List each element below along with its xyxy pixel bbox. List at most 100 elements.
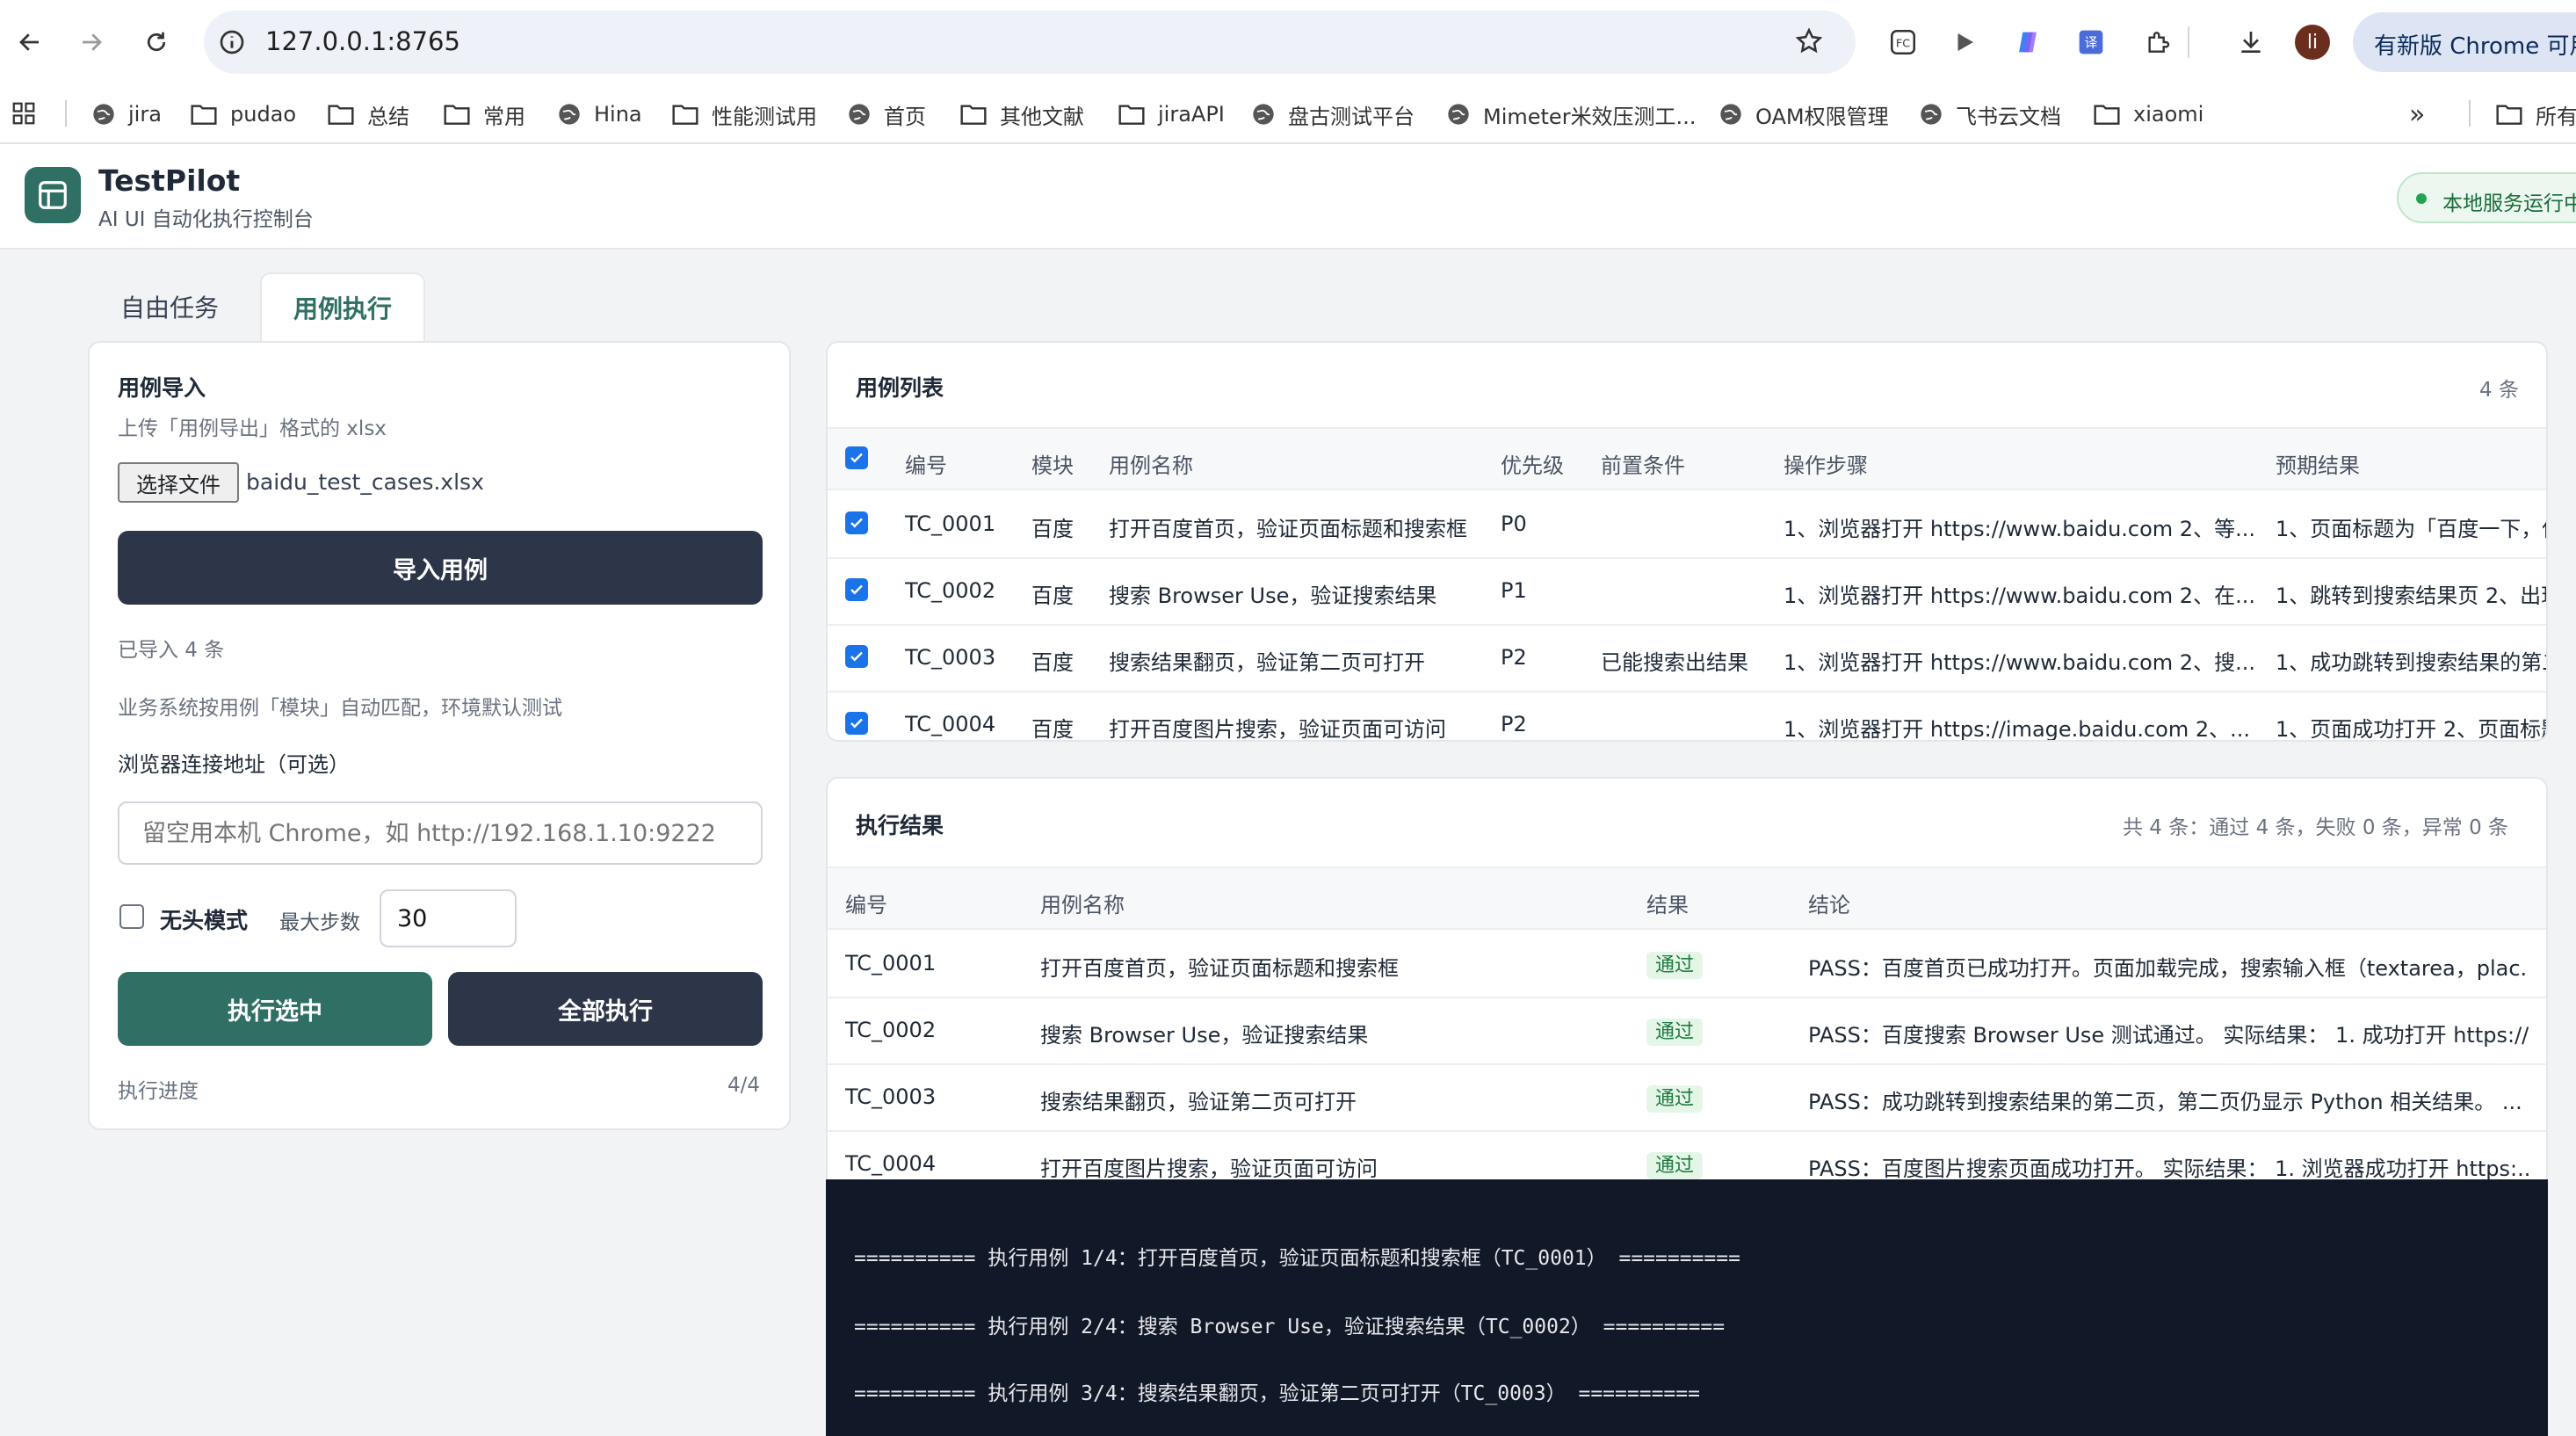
profile-avatar[interactable]: li (2295, 25, 2330, 60)
copilot-extension-icon[interactable] (2008, 23, 2047, 62)
result-status-badge: 通过 (1646, 1150, 1704, 1179)
toolbar-divider (2188, 26, 2189, 58)
case-id: TC_0001 (905, 511, 996, 536)
table-row[interactable]: TC_0002 搜索 Browser Use，验证搜索结果 通过 PASS：百度搜索 … (828, 998, 2546, 1065)
download-icon[interactable] (2232, 23, 2270, 62)
result-case-id: TC_0004 (845, 1151, 937, 1176)
bookmark-item[interactable]: jira (91, 97, 162, 132)
case-precondition: 已能搜索出结果 (1601, 650, 1748, 675)
result-conclusion: PASS：百度搜索 Browser Use 测试通过。 实际结果： 1. 成功打… (1808, 1023, 2529, 1048)
case-steps: 1、浏览器打开 https://www.baidu.com 2、搜... (1784, 650, 2255, 675)
all-bookmarks-folder[interactable]: 所有书签 (2495, 97, 2576, 132)
column-header-name: 用例名称 (1109, 453, 1193, 478)
bookmark-item[interactable]: jiraAPI (1118, 97, 1225, 132)
column-header-expected: 预期结果 (2276, 453, 2360, 478)
max-steps-input[interactable] (380, 889, 517, 947)
execution-log-console: ========== 执行用例 1/4：打开百度首页，验证页面标题和搜索框（TC… (826, 1179, 2548, 1436)
run-selected-button[interactable]: 执行选中 (118, 972, 432, 1046)
case-priority: P0 (1501, 511, 1527, 536)
bookmark-item[interactable]: OAM权限管理 (1719, 97, 1889, 132)
bookmark-item[interactable]: 性能测试用 (671, 97, 817, 132)
bookmark-item[interactable]: 总结 (327, 97, 409, 132)
column-header-conclusion: 结论 (1808, 893, 1850, 917)
result-status-badge: 通过 (1646, 1016, 1704, 1046)
folder-icon (443, 102, 471, 127)
bookmark-item[interactable]: 首页 (847, 97, 926, 132)
globe-icon (1446, 102, 1471, 127)
chrome-update-button[interactable]: 有新版 Chrome 可用 (2353, 12, 2576, 72)
imported-count: 已导入 4 条 (118, 639, 225, 662)
case-module: 百度 (1031, 650, 1074, 675)
table-row[interactable]: TC_0001 打开百度首页，验证页面标题和搜索框 通过 PASS：百度首页已成功打开… (828, 932, 2546, 998)
apps-grid-icon[interactable] (11, 100, 37, 127)
table-row[interactable]: TC_0003 百度 搜索结果翻页，验证第二页可打开 P2 已能搜索出结果 1、浏览器打开… (828, 626, 2546, 693)
results-title: 执行结果 (856, 813, 944, 838)
result-status-badge: 通过 (1646, 949, 1704, 979)
results-summary: 共 4 条：通过 4 条，失败 0 条，异常 0 条 (2123, 816, 2509, 839)
table-row[interactable]: TC_0002 百度 搜索 Browser Use，验证搜索结果 P1 1、浏览器打开 … (828, 559, 2546, 626)
run-all-button[interactable]: 全部执行 (448, 972, 763, 1046)
folder-icon (2093, 102, 2121, 127)
bookmarks-divider (2469, 100, 2471, 127)
results-table-header: 编号 用例名称 结果 结论 (828, 867, 2546, 930)
bookmarks-overflow-button[interactable]: » (2409, 97, 2425, 132)
bookmark-item[interactable]: xiaomi (2093, 97, 2203, 132)
log-line: ========== 执行用例 3/4：搜索结果翻页，验证第二页可打开（TC_0… (854, 1382, 1700, 1405)
play-extension-icon[interactable] (1945, 23, 1984, 62)
bookmark-star-icon[interactable] (1794, 26, 1824, 56)
case-name: 打开百度首页，验证页面标题和搜索框 (1109, 517, 1467, 541)
reload-icon[interactable] (137, 23, 176, 62)
bookmark-item[interactable]: pudao (190, 97, 296, 132)
folder-icon (1118, 102, 1146, 127)
extensions-puzzle-icon[interactable] (2138, 23, 2177, 62)
table-row[interactable]: TC_0003 搜索结果翻页，验证第二页可打开 通过 PASS：成功跳转到搜索结果的第… (828, 1065, 2546, 1132)
bookmark-item[interactable]: 常用 (443, 97, 525, 132)
folder-icon (671, 102, 699, 127)
case-list-panel: 用例列表 4 条 编号 模块 用例名称 优先级 前置条件 操作步骤 预期结果 T… (826, 341, 2548, 742)
bookmark-item[interactable]: 其他文献 (959, 97, 1084, 132)
case-expected: 1、页面成功打开 2、页面标题包含 (2276, 717, 2546, 742)
case-steps: 1、浏览器打开 https://www.baidu.com 2、在... (1784, 584, 2255, 608)
bookmark-item[interactable]: 飞书云文档 (1919, 97, 2061, 132)
case-count: 4 条 (2479, 379, 2519, 402)
log-line: ========== 执行用例 2/4：搜索 Browser Use，验证搜索结… (854, 1316, 1726, 1338)
address-bar[interactable]: 127.0.0.1:8765 (204, 11, 1856, 74)
choose-file-button[interactable]: 选择文件 (118, 462, 239, 503)
import-cases-button[interactable]: 导入用例 (118, 531, 763, 605)
url-text[interactable]: 127.0.0.1:8765 (265, 26, 460, 56)
browser-url-input[interactable] (118, 801, 763, 865)
row-checkbox[interactable] (845, 712, 868, 735)
result-case-id: TC_0002 (845, 1018, 937, 1042)
headless-checkbox[interactable] (119, 904, 144, 929)
bookmark-item[interactable]: 盘古测试平台 (1251, 97, 1415, 132)
case-module: 百度 (1031, 584, 1074, 608)
tab-case-execution[interactable]: 用例执行 (260, 272, 425, 341)
select-all-checkbox[interactable] (845, 446, 868, 469)
row-checkbox[interactable] (845, 511, 868, 534)
svg-text:FC: FC (1896, 38, 1910, 51)
table-row[interactable]: TC_0004 百度 打开百度图片搜索，验证页面可访问 P2 1、浏览器打开 https… (828, 693, 2546, 742)
table-row[interactable]: TC_0001 百度 打开百度首页，验证页面标题和搜索框 P0 1、浏览器打开 http… (828, 492, 2546, 559)
row-checkbox[interactable] (845, 578, 868, 601)
result-case-id: TC_0001 (845, 951, 937, 975)
globe-icon (847, 102, 872, 127)
case-module: 百度 (1031, 517, 1074, 541)
globe-icon (1251, 102, 1276, 127)
back-icon[interactable] (11, 23, 49, 62)
row-checkbox[interactable] (845, 645, 868, 668)
case-priority: P2 (1501, 645, 1527, 670)
column-header-name: 用例名称 (1040, 893, 1125, 917)
site-info-icon[interactable] (218, 28, 246, 56)
tab-free-task[interactable]: 自由任务 (95, 272, 244, 341)
result-case-name: 搜索 Browser Use，验证搜索结果 (1040, 1023, 1369, 1048)
fc-extension-icon[interactable]: FC (1884, 23, 1922, 62)
browser-url-label: 浏览器连接地址（可选） (118, 752, 350, 777)
result-case-name: 搜索结果翻页，验证第二页可打开 (1040, 1090, 1357, 1114)
forward-icon[interactable] (72, 23, 111, 62)
app-subtitle: AI UI 自动化执行控制台 (98, 208, 314, 231)
result-case-name: 打开百度图片搜索，验证页面可访问 (1040, 1157, 1378, 1181)
bookmark-item[interactable]: Mimeter米效压测工... (1446, 97, 1696, 132)
result-conclusion: PASS：百度图片搜索页面成功打开。 实际结果： 1. 浏览器成功打开 http… (1808, 1157, 2529, 1181)
translate-extension-icon[interactable]: 译 (2072, 23, 2110, 62)
bookmark-item[interactable]: Hina (557, 97, 642, 132)
